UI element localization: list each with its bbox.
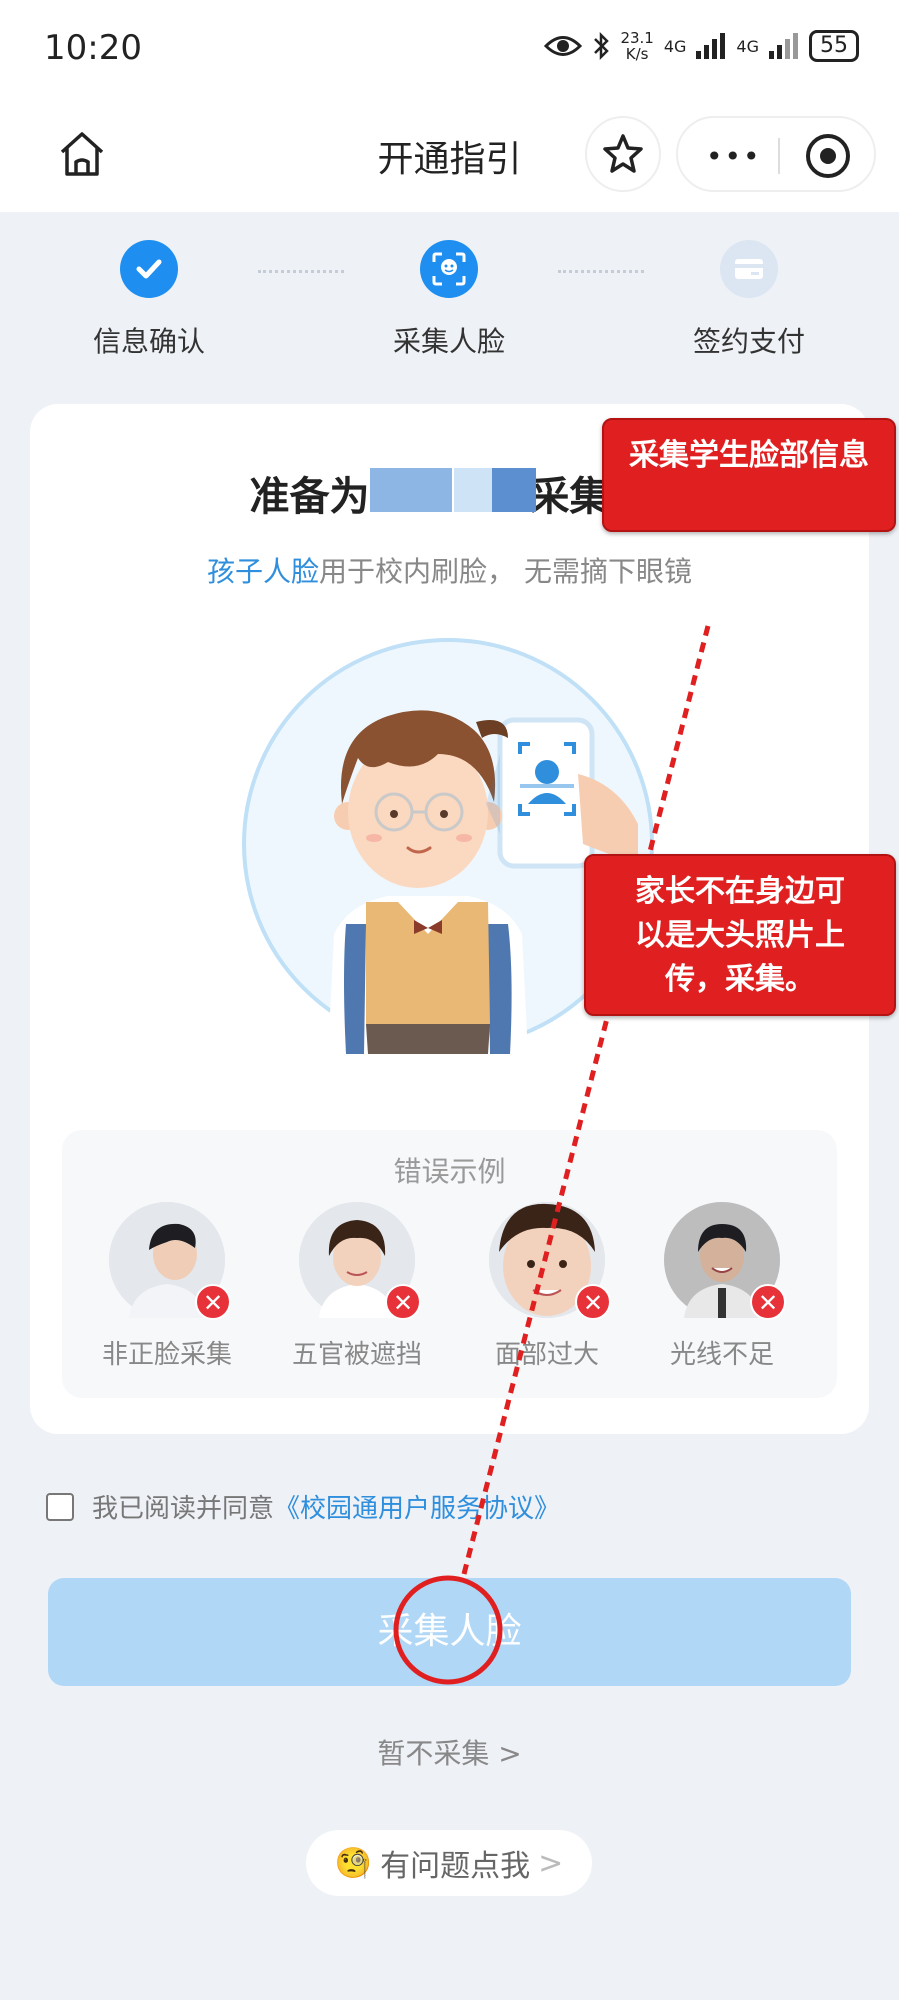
status-time: 10:20 — [44, 28, 142, 68]
annotation-note: 家长不在身边可 以是大头照片上 传，采集。 — [584, 854, 896, 1016]
error-label: 面部过大 — [494, 1340, 599, 1370]
help-label: 有问题点我 — [380, 1849, 531, 1884]
step-info-confirm: 信息确认 — [49, 240, 249, 360]
bluetooth-icon — [594, 31, 610, 61]
mini-program-capsule: ••• — [676, 116, 876, 192]
step-label: 信息确认 — [92, 325, 205, 358]
skip-capture-link[interactable]: 暂不采集 > — [0, 1732, 899, 1772]
signal-4g-label: 4G — [663, 36, 687, 56]
agreement-link[interactable]: 《校园通用户服务协议》 — [274, 1494, 560, 1524]
signal-bars-icon-2 — [769, 33, 798, 59]
error-mark-icon: ✕ — [385, 1284, 421, 1320]
signal-4g-label-2: 4G — [736, 36, 759, 56]
error-mark-icon: ✕ — [750, 1284, 786, 1320]
step-label: 签约支付 — [692, 325, 805, 358]
star-icon — [603, 134, 643, 173]
card-icon — [720, 240, 778, 298]
step-connector — [258, 270, 344, 273]
step-label: 采集人脸 — [392, 325, 505, 358]
network-speed: 23.1 K/s — [620, 29, 654, 63]
error-label: 五官被遮挡 — [291, 1340, 422, 1370]
status-bar: 10:20 23.1 K/s 4G 4G 55 — [0, 0, 899, 100]
error-mark-icon: ✕ — [575, 1284, 611, 1320]
face-scan-icon — [420, 240, 478, 298]
error-photo: ✕ — [489, 1202, 611, 1320]
battery-indicator: 55 — [809, 30, 859, 62]
error-examples: 错误示例 ✕ 非正脸采集 ✕ 五官被遮挡 ✕ 面部过大 ✕ 光线不足 — [62, 1130, 837, 1398]
error-example-item: ✕ 光线不足 — [637, 1202, 807, 1371]
error-photo: ✕ — [299, 1202, 421, 1320]
eye-icon — [544, 36, 583, 56]
error-photo: ✕ — [109, 1202, 231, 1320]
agreement-text: 我已阅读并同意《校园通用户服务协议》 — [92, 1494, 561, 1524]
error-mark-icon: ✕ — [195, 1284, 231, 1320]
capsule-divider — [778, 138, 780, 174]
error-photo: ✕ — [664, 1202, 786, 1320]
check-icon — [120, 240, 178, 298]
step-sign-pay: 签约支付 — [649, 240, 849, 360]
error-examples-title: 错误示例 — [393, 1155, 506, 1188]
signal-bars-icon — [696, 33, 726, 59]
step-connector — [558, 270, 644, 273]
error-label: 光线不足 — [669, 1340, 774, 1370]
step-face-capture: 采集人脸 — [349, 240, 549, 360]
agreement-row: 我已阅读并同意《校园通用户服务协议》 — [46, 1488, 560, 1525]
more-button[interactable]: ••• — [706, 140, 762, 173]
redacted-name-block — [454, 468, 492, 512]
status-icons: 23.1 K/s 4G 4G 55 — [544, 30, 859, 62]
chevron-right-icon: > — [538, 1845, 564, 1881]
redacted-name-block — [492, 468, 536, 512]
error-example-item: ✕ 非正脸采集 — [82, 1202, 252, 1371]
agreement-checkbox[interactable] — [46, 1492, 74, 1521]
card-subtitle: 孩子人脸用于校内刷脸， 无需摘下眼镜 — [30, 550, 869, 590]
subtitle-text: 用于校内刷脸， 无需摘下眼镜 — [319, 555, 692, 588]
help-button[interactable]: 🧐 有问题点我 > — [306, 1830, 592, 1896]
annotation-note: 采集学生脸部信息 — [602, 418, 896, 532]
close-target-icon[interactable] — [806, 134, 850, 178]
subtitle-highlight: 孩子人脸 — [207, 555, 320, 588]
capture-face-button[interactable]: 采集人脸 — [48, 1578, 851, 1686]
redacted-name-block — [370, 468, 452, 512]
nav-bar: 开通指引 ••• — [0, 100, 899, 212]
thinking-face-icon: 🧐 — [334, 1845, 373, 1881]
error-example-item: ✕ 五官被遮挡 — [272, 1202, 442, 1371]
error-label: 非正脸采集 — [101, 1340, 232, 1370]
progress-steps: 信息确认 采集人脸 签约支付 — [0, 212, 899, 372]
error-example-item: ✕ 面部过大 — [462, 1202, 632, 1371]
favorite-button[interactable] — [585, 116, 661, 192]
